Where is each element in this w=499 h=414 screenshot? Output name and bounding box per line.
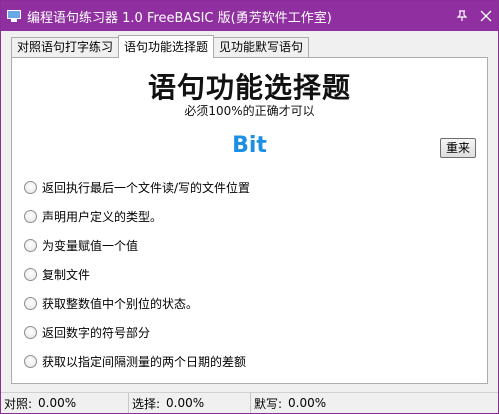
option-7[interactable]: 获取以指定间隔测量的两个日期的差额 bbox=[24, 353, 250, 369]
radio-button[interactable] bbox=[24, 238, 37, 252]
page-title: 语句功能选择题 bbox=[147, 71, 351, 104]
option-2[interactable]: 声明用户定义的类型。 bbox=[24, 208, 250, 224]
option-label: 返回数字的符号部分 bbox=[42, 325, 151, 340]
tab-dictation[interactable]: 见功能默写语句 bbox=[213, 37, 310, 57]
tab-strip: 对照语句打字练习 语句功能选择题 见功能默写语句 bbox=[11, 35, 310, 58]
reset-button[interactable]: 重来 bbox=[440, 138, 476, 158]
status-typing-value: 0.00% bbox=[38, 396, 77, 410]
radio-button[interactable] bbox=[24, 296, 37, 310]
close-icon[interactable] bbox=[474, 4, 498, 28]
monitor-icon bbox=[7, 10, 21, 22]
radio-button[interactable] bbox=[24, 267, 37, 281]
status-typing: 对照: 0.00% bbox=[1, 393, 129, 413]
window-title: 编程语句练习器 1.0 FreeBASIC 版(勇芳软件工作室) bbox=[27, 10, 332, 26]
option-1[interactable]: 返回执行最后一个文件读/写的文件位置 bbox=[24, 179, 250, 195]
status-dictation: 默写: 0.00% bbox=[251, 393, 498, 413]
tab-typing-practice[interactable]: 对照语句打字练习 bbox=[11, 37, 120, 57]
radio-button[interactable] bbox=[24, 209, 37, 223]
radio-button[interactable] bbox=[24, 354, 37, 368]
title-bar[interactable]: 编程语句练习器 1.0 FreeBASIC 版(勇芳软件工作室) bbox=[1, 1, 498, 31]
option-label: 返回执行最后一个文件读/写的文件位置 bbox=[42, 180, 251, 195]
option-3[interactable]: 为变量赋值一个值 bbox=[24, 237, 250, 253]
option-6[interactable]: 返回数字的符号部分 bbox=[24, 324, 250, 340]
status-dictation-label: 默写: bbox=[254, 396, 283, 411]
radio-button[interactable] bbox=[24, 325, 37, 339]
option-4[interactable]: 复制文件 bbox=[24, 266, 250, 282]
status-choice: 选择: 0.00% bbox=[129, 393, 251, 413]
option-label: 声明用户定义的类型。 bbox=[42, 209, 163, 224]
window-controls bbox=[450, 1, 498, 31]
option-5[interactable]: 获取整数值中个别位的状态。 bbox=[24, 295, 250, 311]
status-choice-label: 选择: bbox=[132, 396, 161, 411]
app-window: 编程语句练习器 1.0 FreeBASIC 版(勇芳软件工作室) 对照语句打字练… bbox=[0, 0, 499, 414]
pin-icon[interactable] bbox=[450, 4, 474, 28]
option-label: 为变量赋值一个值 bbox=[42, 238, 139, 253]
quiz-panel: 语句功能选择题 必须100%的正确才可以 Bit 重来 返回执行最后一个文件读/… bbox=[11, 57, 488, 384]
tab-function-choice[interactable]: 语句功能选择题 bbox=[118, 35, 215, 58]
radio-button[interactable] bbox=[24, 180, 37, 194]
question-word: Bit bbox=[232, 133, 267, 158]
page-subtitle: 必须100%的正确才可以 bbox=[184, 104, 315, 118]
option-label: 获取整数值中个别位的状态。 bbox=[42, 296, 199, 311]
status-typing-label: 对照: bbox=[4, 396, 33, 411]
option-label: 获取以指定间隔测量的两个日期的差额 bbox=[42, 354, 247, 369]
status-bar: 对照: 0.00% 选择: 0.00% 默写: 0.00% bbox=[1, 392, 498, 413]
option-label: 复制文件 bbox=[42, 267, 91, 282]
answer-options: 返回执行最后一个文件读/写的文件位置 声明用户定义的类型。 为变量赋值一个值 复… bbox=[24, 179, 250, 382]
status-choice-value: 0.00% bbox=[166, 396, 205, 410]
status-dictation-value: 0.00% bbox=[288, 396, 327, 410]
